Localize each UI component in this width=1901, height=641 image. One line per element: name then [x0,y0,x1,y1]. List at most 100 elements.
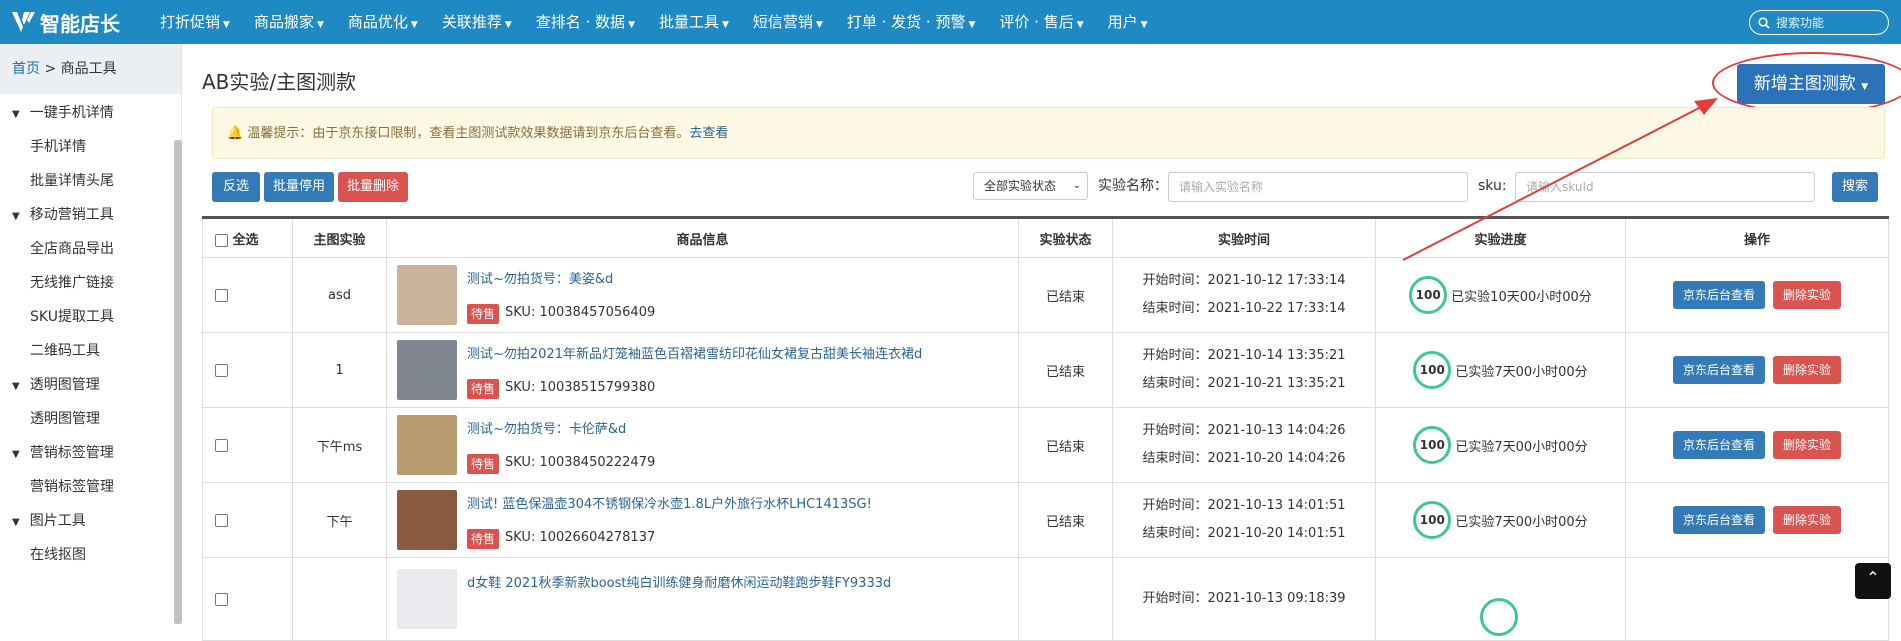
row-checkbox[interactable] [215,438,228,452]
breadcrumb-home[interactable]: 首页 [12,61,40,77]
sidebar-item[interactable]: 全店商品导出 [0,232,181,266]
operations-cell: 京东后台查看 删除实验 [1625,257,1889,333]
product-title-link[interactable]: 测试~勿拍货号：美姿&d [467,268,613,287]
scroll-top-button[interactable]: ⌃ [1855,563,1891,599]
nav-item[interactable]: 商品搬家 ▼ [242,0,336,44]
product-title-link[interactable]: d女鞋 2021秋季新款boost纯白训练健身耐磨休闲运动鞋跑步鞋FY9333d [467,572,891,591]
status-badge: 待售 [467,379,500,399]
sidebar-group[interactable]: ▼ 图片工具 [0,504,181,538]
search-button[interactable]: 搜索 [1832,172,1878,202]
caret-down-icon: ▼ [1076,20,1084,30]
product-thumbnail[interactable] [397,265,457,325]
view-jd-backend-button[interactable]: 京东后台查看 [1672,356,1765,384]
app-logo[interactable]: 智能店长 [0,8,148,37]
sidebar-group[interactable]: ▼ 移动营销工具 [0,198,181,232]
caret-down-icon: ▼ [316,20,324,30]
nav-item[interactable]: 商品优化 ▼ [336,0,430,44]
product-thumbnail[interactable] [397,569,457,629]
sidebar-item[interactable]: 手机详情 [0,130,181,164]
product-title-link[interactable]: 测试! 蓝色保温壶304不锈钢保冷水壶1.8L户外旅行水杯LHC1413SG! [467,493,872,512]
breadcrumb-current: 商品工具 [60,61,117,77]
sidebar-item[interactable]: 批量详情头尾 [0,164,181,198]
product-thumbnail[interactable] [397,415,457,475]
status-badge: 待售 [467,529,500,549]
nav-item[interactable]: 批量工具 ▼ [647,0,741,44]
batch-disable-button[interactable]: 批量停用 [264,172,334,202]
experiment-status: 已结束 [1018,332,1113,408]
batch-delete-button[interactable]: 批量删除 [338,172,408,202]
operations-cell [1625,557,1889,641]
progress-text: 已实验7天00小时00分 [1455,514,1588,530]
experiment-name-input[interactable]: 请输入实验名称 [1168,172,1468,202]
notice-link[interactable]: 去查看 [689,126,728,141]
goods-cell: 测试~勿拍货号：美姿&d 待售 SKU: 10038457056409 [386,257,1019,333]
nav-item[interactable]: 打折促销 ▼ [148,0,242,44]
start-time: 开始时间：2021-10-13 09:18:39 [1142,591,1346,606]
sidebar-item[interactable]: 二维码工具 [0,334,181,368]
caret-down-icon: ▼ [968,20,976,30]
sidebar-group[interactable]: ▼ 一键手机详情 [0,96,181,130]
experiment-name: asd [292,257,387,333]
row-checkbox[interactable] [215,513,228,527]
experiment-status: 已结束 [1018,257,1113,333]
nav-item[interactable]: 短信营销 ▼ [741,0,835,44]
invert-select-button[interactable]: 反选 [212,172,260,202]
product-thumbnail[interactable] [397,340,457,400]
annotation-ellipse [1712,52,1901,114]
status-badge: 待售 [467,454,500,474]
column-header: 实验时间 [1112,216,1376,258]
sidebar-item[interactable]: 透明图管理 [0,402,181,436]
delete-experiment-button[interactable]: 删除实验 [1773,356,1842,384]
table-row: asd 测试~勿拍货号：美姿&d 待售 SKU: 10038457056409 已结束开… [202,257,1889,333]
goods-cell: d女鞋 2021秋季新款boost纯白训练健身耐磨休闲运动鞋跑步鞋FY9333d [386,557,1019,641]
product-thumbnail[interactable] [397,490,457,550]
logo-icon [12,12,35,32]
sidebar-scrollbar[interactable] [174,140,182,624]
sidebar-group[interactable]: ▼ 营销标签管理 [0,436,181,470]
row-checkbox[interactable] [215,592,228,606]
scrollbar-thumb[interactable] [174,140,182,624]
toolbar: 反选 批量停用 批量删除 全部实验状态 ⌄ 实验名称： 请输入实验名称 sku: … [212,170,1888,204]
select-all-header[interactable]: 全选 [202,216,293,258]
product-title-link[interactable]: 测试~勿拍2021年新品灯笼袖蓝色百褶裙雪纺印花仙女裙复古甜美长袖连衣裙d [467,343,922,362]
experiment-time: 开始时间：2021-10-13 14:01:51 结束时间：2021-10-20 … [1112,482,1376,558]
view-jd-backend-button[interactable]: 京东后台查看 [1672,431,1765,459]
row-checkbox[interactable] [215,288,228,302]
nav-item[interactable]: 评价 · 售后 ▼ [987,0,1095,44]
sidebar-item[interactable]: 无线推广链接 [0,266,181,300]
view-jd-backend-button[interactable]: 京东后台查看 [1672,506,1765,534]
row-select-cell [202,257,293,333]
app-name: 智能店长 [40,11,120,36]
experiment-progress: 100 已实验7天00小时00分 [1375,482,1626,558]
caret-down-icon: ▼ [628,20,635,30]
start-time: 开始时间：2021-10-14 13:35:21 [1142,348,1346,363]
experiment-time: 开始时间：2021-10-12 17:33:14 结束时间：2021-10-22 … [1112,257,1376,333]
notice-banner: 🔔 温馨提示：由于京东接口限制，查看主图测试款效果数据请到京东后台查看。去查看 [212,107,1885,159]
chevron-down-icon: ⌄ [1072,180,1081,191]
nav-item[interactable]: 查排名 · 数据 ▼ [524,0,647,44]
chevron-up-icon: ⌃ [1866,568,1880,587]
status-select[interactable]: 全部实验状态 ⌄ [973,172,1088,200]
nav-item[interactable]: 打单 · 发货 · 预警 ▼ [835,0,988,44]
sidebar-item[interactable]: SKU提取工具 [0,300,181,334]
nav-item[interactable]: 关联推荐 ▼ [430,0,524,44]
delete-experiment-button[interactable]: 删除实验 [1773,506,1842,534]
top-navbar: 智能店长 打折促销 ▼ 商品搬家 ▼ 商品优化 ▼ 关联推荐 ▼ 查排名 · 数据 ▼ 批… [0,0,1901,44]
experiment-time: 开始时间：2021-10-14 13:35:21 结束时间：2021-10-21 … [1112,332,1376,408]
nav-item[interactable]: 用户 ▼ [1096,0,1160,44]
delete-experiment-button[interactable]: 删除实验 [1773,281,1842,309]
product-title-link[interactable]: 测试~勿拍货号：卡伦萨&d [467,418,626,437]
delete-experiment-button[interactable]: 删除实验 [1773,431,1842,459]
search-input[interactable]: 搜索功能 [1749,10,1889,35]
sidebar-item[interactable]: 营销标签管理 [0,470,181,504]
caret-down-icon: ▼ [410,20,418,30]
select-all-checkbox[interactable] [215,233,228,247]
experiment-progress: 100 已实验7天00小时00分 [1375,407,1626,483]
column-header: 操作 [1625,216,1889,258]
view-jd-backend-button[interactable]: 京东后台查看 [1672,281,1765,309]
sku-input[interactable]: 请输入skuId [1515,172,1815,202]
product-sku: SKU: 10026604278137 [505,530,656,545]
sidebar-group[interactable]: ▼ 透明图管理 [0,368,181,402]
row-checkbox[interactable] [215,363,228,377]
sidebar-item[interactable]: 在线抠图 [0,538,181,572]
